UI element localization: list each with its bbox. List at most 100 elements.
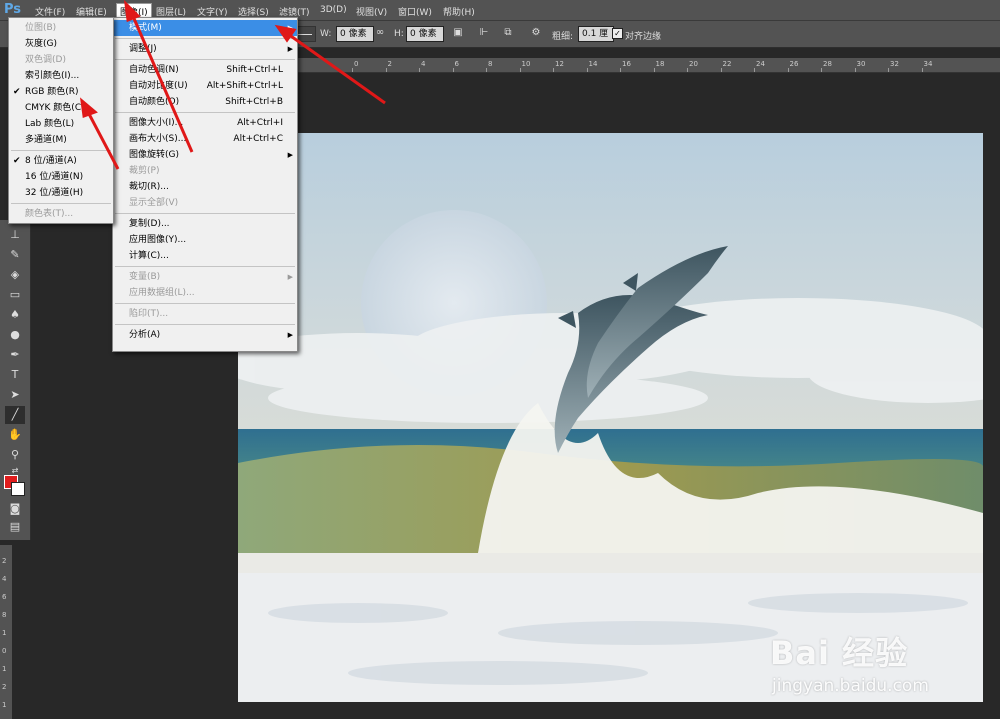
ruler-tick — [519, 68, 521, 72]
mode_menu-item-label: RGB 颜色(R) — [25, 87, 79, 97]
screen-mode-icon[interactable]: ▤ — [5, 518, 25, 536]
image-menu: 模式(M) ▶ 调整(J) ▶ 自动色调(N) Shift+Ctrl+L 自动对比度(U) A… — [112, 17, 298, 352]
ruler-label: 14 — [588, 60, 598, 68]
submenu-arrow-icon: ▶ — [287, 331, 293, 339]
image_menu-item-5[interactable]: 自动对比度(U) Alt+Shift+Ctrl+L — [113, 78, 297, 94]
mode_menu-item-label: 双色调(D) — [25, 55, 66, 65]
line-icon[interactable]: ╱ — [5, 406, 25, 424]
image_menu-item-label: 图像大小(I)... — [129, 118, 184, 128]
align-edges-checkbox[interactable]: ✓ — [612, 28, 623, 39]
image_menu-item-9[interactable]: 画布大小(S)... Alt+Ctrl+C — [113, 131, 297, 147]
mode_menu-item-7[interactable]: 多通道(M) — [9, 132, 113, 148]
ruler-label: 2 — [2, 683, 7, 691]
history-brush-icon[interactable]: ✎ — [5, 246, 25, 264]
image_menu-item-4[interactable]: 自动色调(N) Shift+Ctrl+L — [113, 62, 297, 78]
width-field[interactable]: 0 像素 — [336, 26, 374, 42]
mode_menu-item-10[interactable]: 16 位/通道(N) — [9, 169, 113, 185]
mode_menu-item-label: CMYK 颜色(C) — [25, 103, 85, 113]
mode_menu-item-label: 8 位/通道(A) — [25, 156, 77, 166]
image_menu-item-24[interactable]: 分析(A) ▶ — [113, 327, 297, 343]
mode_menu-item-6[interactable]: Lab 颜色(L) — [9, 116, 113, 132]
ruler-tick — [787, 68, 789, 72]
gear-icon[interactable]: ⚙ — [530, 27, 542, 39]
image_menu-item-label: 调整(J) — [129, 44, 157, 54]
ruler-label: 6 — [454, 60, 459, 68]
hand-icon[interactable]: ✋ — [5, 426, 25, 444]
photoshop-logo: Ps — [4, 2, 22, 17]
ruler-label: 1 — [2, 701, 7, 709]
gradient-icon[interactable]: ▭ — [5, 286, 25, 304]
ruler-tick — [720, 68, 722, 72]
shortcut-label: Alt+Shift+Ctrl+L — [206, 81, 283, 91]
vertical-ruler: 246810121 — [0, 545, 12, 719]
menu-9[interactable]: 窗口(W) — [398, 5, 432, 18]
ruler-tick — [385, 68, 387, 72]
mode_menu-item-0: 位图(B) — [9, 20, 113, 36]
mode_menu-item-label: 颜色表(T)... — [25, 209, 74, 219]
stamp-icon[interactable]: ⊥ — [5, 226, 25, 244]
quick-mask-icon[interactable]: ◙ — [5, 500, 25, 518]
mode_menu-item-3[interactable]: 索引颜色(I)... — [9, 68, 113, 84]
ruler-tick — [586, 68, 588, 72]
mode_menu-item-label: 灰度(G) — [25, 39, 57, 49]
image_menu-item-10[interactable]: 图像旋转(G) ▶ — [113, 147, 297, 163]
mode_menu-item-label: 位图(B) — [25, 23, 57, 33]
pen-icon[interactable]: ✒ — [5, 346, 25, 364]
ruler-label: 1 — [2, 665, 7, 673]
path-alignment-icon[interactable]: ⊩ — [478, 27, 490, 39]
image_menu-item-6[interactable]: 自动颜色(O) Shift+Ctrl+B — [113, 94, 297, 110]
blur-icon[interactable]: ♠ — [5, 306, 25, 324]
ruler-label: 2 — [2, 557, 7, 565]
baidu-watermark: Bai 经验 jingyan.baidu.com — [770, 608, 1000, 719]
mode_menu-item-5[interactable]: CMYK 颜色(C) — [9, 100, 113, 116]
menu-8[interactable]: 视图(V) — [356, 5, 387, 18]
image_menu-item-16[interactable]: 应用图像(Y)... — [113, 232, 297, 248]
submenu-arrow-icon: ▶ — [287, 151, 293, 159]
shortcut-label: Alt+Ctrl+C — [233, 134, 283, 144]
type-icon[interactable]: T — [5, 366, 25, 384]
image_menu-item-label: 自动对比度(U) — [129, 81, 188, 91]
image_menu-item-8[interactable]: 图像大小(I)... Alt+Ctrl+I — [113, 115, 297, 131]
image_menu-item-17[interactable]: 计算(C)... — [113, 248, 297, 264]
eraser-icon[interactable]: ◈ — [5, 266, 25, 284]
dodge-icon[interactable]: ● — [5, 326, 25, 344]
path-arrangement-icon[interactable]: ⧉ — [502, 27, 514, 39]
height-field[interactable]: 0 像素 — [406, 26, 444, 42]
ruler-tick — [653, 68, 655, 72]
mode_menu-item-9[interactable]: ✔ 8 位/通道(A) — [9, 153, 113, 169]
ruler-label: 8 — [488, 60, 493, 68]
ruler-label: 4 — [421, 60, 426, 68]
menu-separator — [115, 324, 295, 325]
ruler-tick — [352, 68, 353, 72]
menu-10[interactable]: 帮助(H) — [443, 5, 475, 18]
width-label: W: — [320, 29, 332, 39]
ruler-label: 16 — [622, 60, 631, 68]
menu-7[interactable]: 3D(D) — [320, 5, 347, 15]
link-icon[interactable]: ∞ — [374, 27, 386, 39]
ruler-label: 12 — [555, 60, 564, 68]
path-operations-icon[interactable]: ▣ — [452, 27, 464, 39]
ruler-label: 4 — [2, 575, 7, 583]
image_menu-item-label: 模式(M) — [129, 23, 162, 33]
shortcut-label: Shift+Ctrl+B — [225, 97, 283, 107]
image_menu-item-2[interactable]: 调整(J) ▶ — [113, 41, 297, 57]
watermark-brand: Bai 经验 — [770, 634, 909, 672]
background-color[interactable] — [11, 482, 25, 496]
mode_menu-item-11[interactable]: 32 位/通道(H) — [9, 185, 113, 201]
image_menu-item-12[interactable]: 裁切(R)... — [113, 179, 297, 195]
submenu-arrow-icon: ▶ — [287, 45, 293, 53]
image_menu-item-label: 复制(D)... — [129, 219, 170, 229]
weight-field[interactable]: 0.1 厘 — [578, 26, 614, 42]
image_menu-item-15[interactable]: 复制(D)... — [113, 216, 297, 232]
image_menu-item-0[interactable]: 模式(M) ▶ — [113, 20, 297, 36]
menu-separator — [115, 303, 295, 304]
image_menu-item-label: 裁切(R)... — [129, 182, 169, 192]
image_menu-item-label: 显示全部(V) — [129, 198, 179, 208]
menu-separator — [115, 213, 295, 214]
image_menu-item-label: 陷印(T)... — [129, 309, 169, 319]
mode_menu-item-4[interactable]: ✔ RGB 颜色(R) — [9, 84, 113, 100]
path-select-icon[interactable]: ➤ — [5, 386, 25, 404]
mode_menu-item-13: 颜色表(T)... — [9, 206, 113, 222]
mode_menu-item-label: 索引颜色(I)... — [25, 71, 80, 81]
mode_menu-item-1[interactable]: 灰度(G) — [9, 36, 113, 52]
